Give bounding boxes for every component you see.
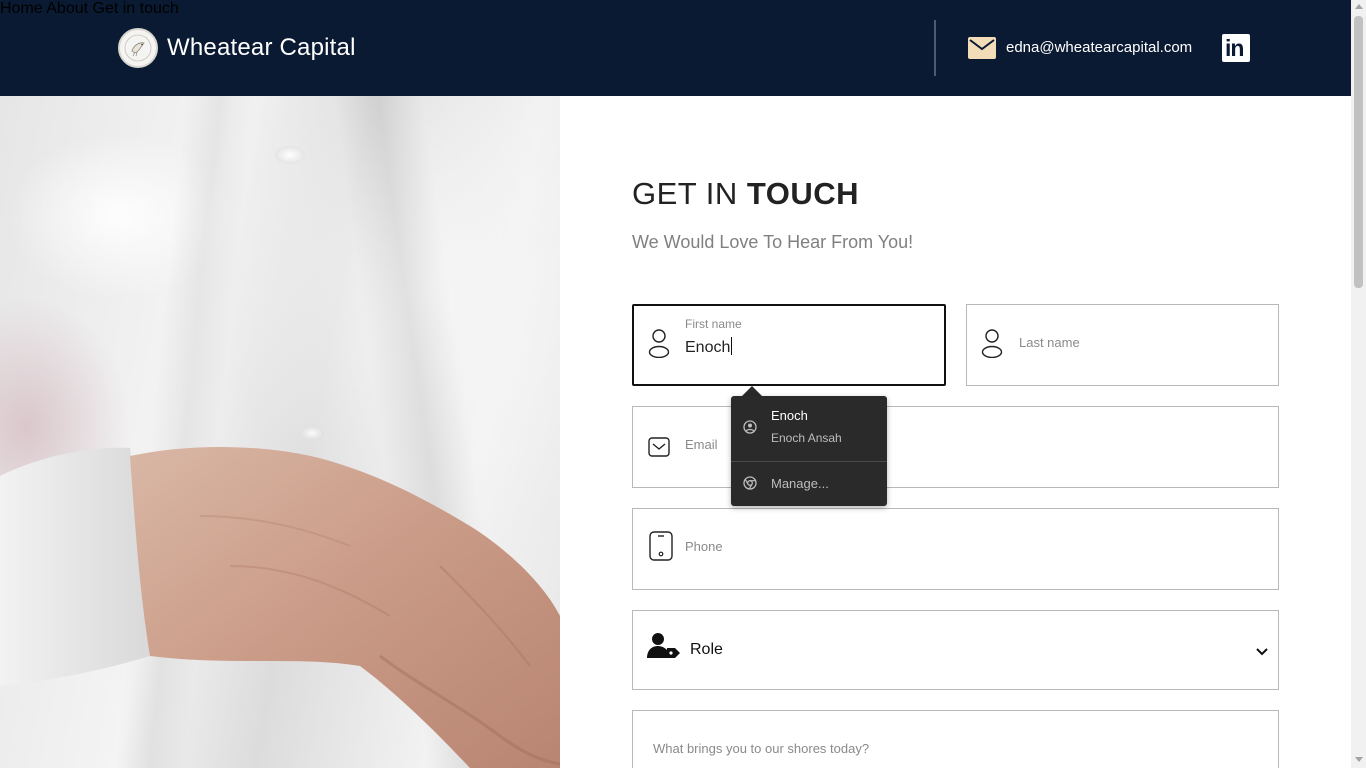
mail-icon — [968, 37, 996, 64]
chevron-down-icon — [1256, 644, 1268, 662]
autofill-suggestion-name: Enoch — [771, 408, 808, 423]
page-subtitle: We Would Love To Hear From You! — [632, 232, 914, 252]
message-placeholder: What brings you to our shores today? — [653, 741, 870, 756]
account-circle-icon — [743, 420, 757, 439]
first-name-input[interactable]: Enoch — [685, 337, 733, 357]
phone-field[interactable]: Phone — [632, 508, 1279, 590]
autofill-pointer — [742, 386, 762, 396]
scroll-up-arrow-icon[interactable] — [1355, 4, 1363, 9]
last-name-placeholder: Last name — [1019, 335, 1080, 350]
envelope-icon — [648, 437, 670, 462]
nav-get-in-touch[interactable]: Get in touch — [93, 0, 179, 17]
header-email-link[interactable]: edna@wheatearcapital.com — [1006, 39, 1192, 56]
first-name-value: Enoch — [685, 339, 731, 356]
email-placeholder: Email — [685, 437, 718, 452]
message-textarea[interactable]: What brings you to our shores today? — [632, 710, 1279, 768]
autofill-suggestion[interactable]: Enoch Enoch Ansah — [731, 396, 887, 460]
phone-placeholder: Phone — [685, 539, 723, 554]
person-icon — [981, 328, 1003, 363]
scrollbar-thumb[interactable] — [1354, 16, 1363, 288]
first-name-field[interactable]: First name Enoch — [632, 304, 946, 386]
page: Wheatear Capital Home About Get in touch… — [0, 0, 1366, 768]
autofill-dropdown: Enoch Enoch Ansah Manage... — [731, 396, 887, 506]
bird-logo-icon — [118, 28, 158, 68]
phone-icon — [649, 531, 673, 566]
autofill-manage-label: Manage... — [771, 476, 829, 491]
text-caret — [731, 337, 733, 355]
page-scrollbar[interactable] — [1351, 0, 1366, 768]
title-bold: TOUCH — [746, 176, 860, 211]
role-selected: Role — [690, 641, 723, 658]
scroll-down-arrow-icon[interactable] — [1355, 757, 1363, 762]
site-header: Wheatear Capital Home About Get in touch… — [0, 0, 1351, 96]
person-icon — [648, 328, 670, 363]
hero-photo — [0, 96, 560, 768]
page-title: GET IN TOUCH — [632, 176, 859, 212]
autofill-suggestion-full: Enoch Ansah — [771, 431, 842, 445]
user-tag-icon — [647, 632, 681, 665]
autofill-manage[interactable]: Manage... — [731, 462, 887, 506]
first-name-label: First name — [685, 317, 742, 331]
linkedin-icon[interactable]: in — [1222, 34, 1250, 62]
title-light: GET IN — [632, 176, 747, 211]
chrome-icon — [743, 476, 757, 495]
brand-link[interactable]: Wheatear Capital — [118, 28, 356, 68]
hand-illustration — [0, 446, 560, 768]
role-select[interactable]: Role — [632, 610, 1279, 690]
linkedin-icon-label: in — [1225, 35, 1244, 61]
email-field[interactable]: Email — [632, 406, 1279, 488]
header-divider — [934, 20, 936, 76]
nav-about[interactable]: About — [46, 0, 88, 17]
last-name-field[interactable]: Last name — [966, 304, 1279, 386]
nav-home[interactable]: Home — [0, 0, 43, 17]
brand-name: Wheatear Capital — [167, 34, 356, 61]
